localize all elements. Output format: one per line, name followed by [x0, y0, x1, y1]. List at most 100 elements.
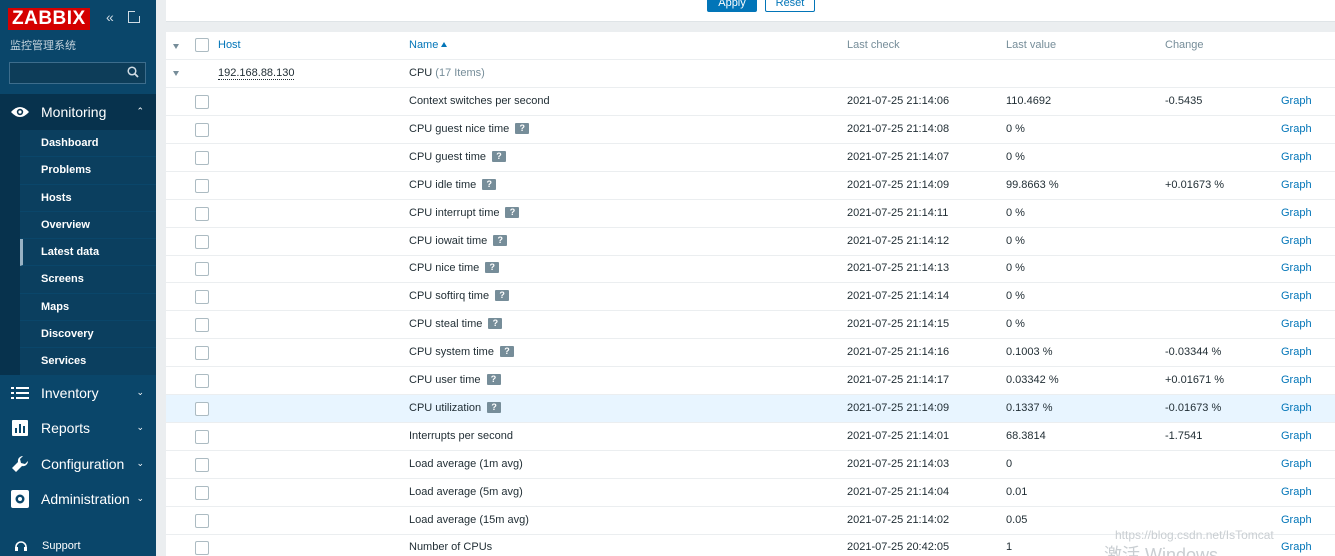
search-input[interactable]: [10, 63, 120, 83]
help-icon[interactable]: ?: [505, 206, 520, 218]
sidebar-item-dashboard[interactable]: Dashboard: [20, 130, 156, 158]
item-name-cell: CPU steal time?: [409, 311, 503, 338]
row-checkbox[interactable]: [195, 122, 209, 137]
help-icon[interactable]: ?: [495, 290, 510, 302]
item-name-cell: Context switches per second: [409, 88, 550, 115]
select-all-checkbox[interactable]: [195, 38, 209, 52]
collapse-sidebar-icon[interactable]: «: [106, 10, 120, 24]
help-icon[interactable]: ?: [488, 318, 503, 330]
host-column-header[interactable]: Host: [218, 32, 241, 59]
graph-link[interactable]: Graph: [1281, 88, 1312, 115]
row-checkbox[interactable]: [195, 541, 209, 556]
reset-button[interactable]: Reset: [765, 0, 815, 12]
graph-link[interactable]: Graph: [1281, 228, 1312, 255]
row-checkbox[interactable]: [195, 95, 209, 109]
last-check-cell: 2021-07-25 21:14:16: [847, 346, 950, 359]
row-checkbox[interactable]: [195, 206, 209, 221]
item-name: Load average (1m avg): [409, 457, 523, 470]
main-content: Apply Reset Host Name Last check Last va…: [156, 0, 1335, 556]
help-icon[interactable]: ?: [492, 150, 507, 162]
table-row: CPU nice time? 2021-07-25 21:14:13 0 % Grap…: [166, 255, 1335, 284]
help-icon[interactable]: ?: [515, 122, 530, 134]
row-checkbox[interactable]: [195, 457, 209, 472]
sidebar-item-latest-data[interactable]: Latest data: [20, 239, 156, 267]
row-checkbox[interactable]: [195, 290, 209, 305]
change-cell: -1.7541: [1165, 429, 1203, 442]
graph-link[interactable]: Graph: [1281, 451, 1312, 478]
graph-link[interactable]: Graph: [1281, 144, 1312, 171]
graph-link[interactable]: Graph: [1281, 255, 1312, 282]
help-icon[interactable]: ?: [482, 178, 497, 190]
row-checkbox[interactable]: [195, 374, 209, 388]
item-name-cell: Load average (1m avg): [409, 451, 523, 478]
filter-bar: Apply Reset: [166, 0, 1335, 22]
name-column-header[interactable]: Name: [409, 32, 448, 59]
graph-link[interactable]: Graph: [1281, 339, 1312, 366]
sidebar-item-maps[interactable]: Maps: [20, 293, 156, 322]
graph-link[interactable]: Graph: [1281, 200, 1312, 227]
row-checkbox[interactable]: [195, 429, 209, 444]
graph-link[interactable]: Graph: [1281, 423, 1312, 450]
menu-administration[interactable]: Administration ⌄: [0, 481, 156, 517]
last-check-cell: 2021-07-25 21:14:13: [847, 262, 950, 275]
host-link[interactable]: 192.168.88.130: [218, 67, 295, 80]
menu-monitoring[interactable]: Monitoring ⌃: [0, 94, 156, 130]
zabbix-logo[interactable]: ZABBIX: [8, 8, 90, 30]
apply-button[interactable]: Apply: [707, 0, 757, 12]
search-field[interactable]: [9, 62, 146, 84]
menu-inventory[interactable]: Inventory ⌄: [0, 375, 156, 411]
row-checkbox[interactable]: [195, 318, 209, 333]
menu-support[interactable]: Support: [0, 536, 81, 556]
item-name: CPU nice time: [409, 262, 480, 275]
menu-configuration[interactable]: Configuration ⌄: [0, 446, 156, 482]
application-cell: CPU (17 Items): [409, 60, 485, 87]
help-icon[interactable]: ?: [493, 234, 508, 246]
help-icon[interactable]: ?: [486, 374, 501, 385]
help-icon[interactable]: ?: [485, 262, 500, 274]
row-checkbox[interactable]: [195, 234, 209, 249]
graph-link[interactable]: Graph: [1281, 172, 1312, 199]
row-checkbox[interactable]: [195, 485, 209, 500]
graph-link[interactable]: Graph: [1281, 479, 1312, 506]
row-checkbox[interactable]: [195, 262, 209, 277]
last-check-cell: 2021-07-25 21:14:09: [847, 178, 950, 191]
kiosk-mode-icon[interactable]: [128, 11, 140, 23]
sort-asc-icon: [441, 42, 448, 47]
sidebar-item-discovery[interactable]: Discovery: [20, 321, 156, 349]
last-value-cell: 0 %: [1006, 234, 1025, 247]
collapse-application-icon[interactable]: [173, 71, 179, 76]
help-icon[interactable]: ?: [499, 346, 514, 358]
sidebar-item-screens[interactable]: Screens: [20, 266, 156, 294]
item-name-cell: Load average (5m avg): [409, 479, 523, 506]
table-header: Host Name Last check Last value Change: [166, 32, 1335, 60]
row-checkbox[interactable]: [195, 401, 209, 416]
last-check-cell: 2021-07-25 21:14:02: [847, 513, 950, 526]
row-checkbox[interactable]: [195, 150, 209, 165]
search-icon[interactable]: [127, 66, 139, 78]
change-cell: +0.01673 %: [1165, 178, 1225, 191]
help-icon[interactable]: ?: [487, 401, 502, 413]
menu-reports[interactable]: Reports ⌄: [0, 410, 156, 446]
row-checkbox[interactable]: [195, 178, 209, 193]
item-name-cell: Number of CPUs: [409, 534, 492, 556]
last-value-cell: 0 %: [1006, 318, 1025, 331]
row-checkbox[interactable]: [195, 513, 209, 528]
graph-link[interactable]: Graph: [1281, 534, 1312, 556]
item-name-cell: CPU system time?: [409, 339, 514, 366]
row-checkbox[interactable]: [195, 346, 209, 361]
graph-link[interactable]: Graph: [1281, 283, 1312, 310]
collapse-all-icon[interactable]: [173, 44, 179, 49]
graph-link[interactable]: Graph: [1281, 395, 1312, 422]
table-row: CPU interrupt time? 2021-07-25 21:14:11 0 …: [166, 200, 1335, 228]
sidebar-item-problems[interactable]: Problems: [20, 157, 156, 185]
item-name: CPU softirq time: [409, 290, 490, 303]
graph-link[interactable]: Graph: [1281, 311, 1312, 338]
graph-link[interactable]: Graph: [1281, 507, 1312, 534]
application-row: 192.168.88.130 CPU (17 Items): [166, 60, 1335, 88]
sidebar-item-hosts[interactable]: Hosts: [20, 184, 156, 212]
sidebar-item-overview[interactable]: Overview: [20, 211, 156, 240]
change-column-header: Change: [1165, 39, 1204, 51]
graph-link[interactable]: Graph: [1281, 116, 1312, 143]
sidebar-item-services[interactable]: Services: [20, 348, 156, 376]
graph-link[interactable]: Graph: [1281, 367, 1312, 394]
